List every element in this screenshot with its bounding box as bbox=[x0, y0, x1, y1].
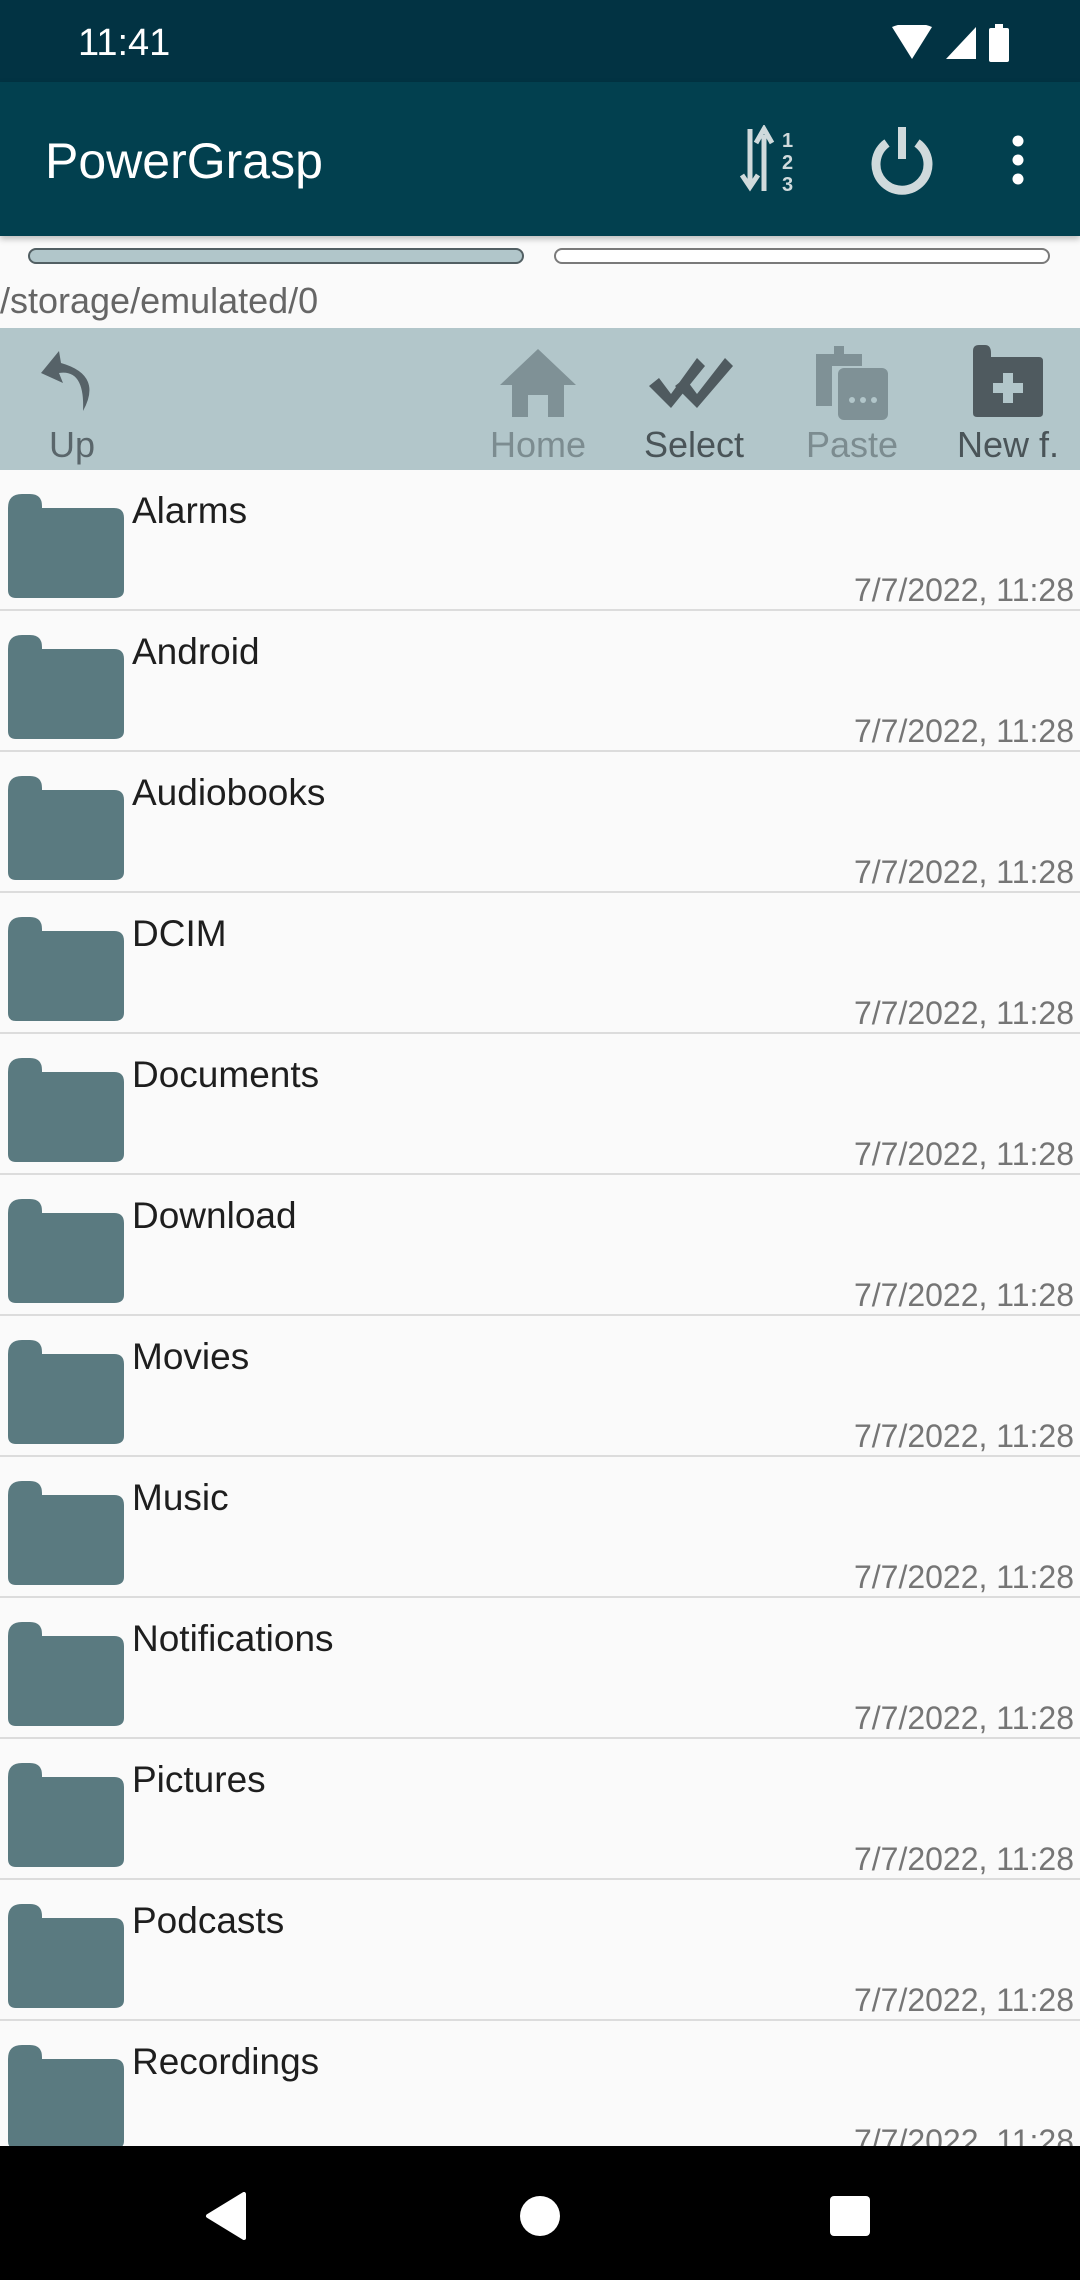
file-name: Download bbox=[132, 1195, 297, 1236]
file-name: Audiobooks bbox=[132, 772, 326, 813]
app-title: PowerGrasp bbox=[45, 133, 323, 189]
select-label: Select bbox=[643, 424, 745, 465]
sort-button[interactable]: 1 2 3 bbox=[733, 120, 813, 200]
back-button[interactable] bbox=[196, 2186, 256, 2246]
power-button[interactable] bbox=[862, 120, 942, 200]
power-icon bbox=[871, 127, 933, 195]
folder-icon bbox=[8, 1340, 124, 1444]
home-icon bbox=[500, 349, 576, 417]
paste-label: Paste bbox=[805, 424, 899, 465]
file-row[interactable]: Alarms 7/7/2022, 11:28 bbox=[0, 470, 1080, 611]
recents-button[interactable] bbox=[820, 2186, 880, 2246]
file-date: 7/7/2022, 11:28 bbox=[853, 713, 1074, 749]
svg-text:3: 3 bbox=[782, 174, 793, 195]
folder-icon bbox=[8, 1481, 124, 1585]
svg-text:2: 2 bbox=[782, 152, 793, 174]
file-row[interactable]: Documents 7/7/2022, 11:28 bbox=[0, 1034, 1080, 1175]
file-name: DCIM bbox=[132, 913, 227, 954]
folder-icon bbox=[8, 494, 124, 598]
file-toolbar: Up Home Select Paste New f. bbox=[0, 328, 1080, 470]
file-date: 7/7/2022, 11:28 bbox=[853, 1559, 1074, 1595]
file-date: 7/7/2022, 11:28 bbox=[853, 1841, 1074, 1877]
file-name: Pictures bbox=[132, 1759, 266, 1800]
up-label: Up bbox=[48, 424, 96, 465]
file-row[interactable]: Pictures 7/7/2022, 11:28 bbox=[0, 1739, 1080, 1880]
status-time: 11:41 bbox=[78, 22, 171, 64]
home-label: Home bbox=[489, 424, 587, 465]
double-check-icon bbox=[649, 358, 733, 408]
file-list[interactable]: Alarms 7/7/2022, 11:28 Android 7/7/2022, 11… bbox=[0, 470, 1080, 2146]
file-name: Notifications bbox=[132, 1618, 334, 1659]
home-nav-button[interactable] bbox=[510, 2186, 570, 2246]
file-name: Music bbox=[132, 1477, 229, 1518]
status-bar: 11:41 bbox=[0, 0, 1080, 82]
new-folder-icon bbox=[973, 345, 1043, 417]
wifi-icon bbox=[892, 25, 932, 59]
file-date: 7/7/2022, 11:28 bbox=[853, 995, 1074, 1031]
folder-icon bbox=[8, 1199, 124, 1303]
overflow-menu-button[interactable] bbox=[978, 120, 1058, 200]
file-date: 7/7/2022, 11:28 bbox=[853, 854, 1074, 890]
file-date: 7/7/2022, 11:28 bbox=[853, 1136, 1074, 1172]
folder-icon bbox=[8, 776, 124, 880]
file-name: Recordings bbox=[132, 2041, 320, 2082]
folder-icon bbox=[8, 2045, 124, 2146]
file-row[interactable]: Android 7/7/2022, 11:28 bbox=[0, 611, 1080, 752]
file-row[interactable]: Movies 7/7/2022, 11:28 bbox=[0, 1316, 1080, 1457]
file-row[interactable]: Notifications 7/7/2022, 11:28 bbox=[0, 1598, 1080, 1739]
tab-strip bbox=[0, 236, 1080, 272]
current-path: /storage/emulated/0 bbox=[0, 280, 319, 321]
folder-icon bbox=[8, 1904, 124, 2008]
file-date: 7/7/2022, 11:28 bbox=[853, 1700, 1074, 1736]
file-row[interactable]: Podcasts 7/7/2022, 11:28 bbox=[0, 1880, 1080, 2021]
sort-numeric-icon: 1 2 3 bbox=[739, 125, 793, 195]
more-vert-icon bbox=[1012, 135, 1024, 185]
tab-1[interactable] bbox=[28, 248, 524, 264]
new-folder-label: New f. bbox=[956, 424, 1060, 465]
svg-text:1: 1 bbox=[782, 130, 793, 152]
select-button[interactable]: Select bbox=[634, 328, 754, 470]
file-row[interactable]: DCIM 7/7/2022, 11:28 bbox=[0, 893, 1080, 1034]
recents-square-icon bbox=[830, 2196, 870, 2236]
signal-icon bbox=[946, 27, 976, 59]
file-row[interactable]: Recordings 7/7/2022, 11:28 bbox=[0, 2021, 1080, 2146]
folder-icon bbox=[8, 1058, 124, 1162]
paste-button[interactable]: Paste bbox=[792, 328, 912, 470]
up-button[interactable]: Up bbox=[22, 328, 122, 470]
paste-icon bbox=[816, 346, 888, 420]
folder-icon bbox=[8, 1622, 124, 1726]
back-triangle-icon bbox=[206, 2192, 246, 2240]
file-name: Movies bbox=[132, 1336, 250, 1377]
file-row[interactable]: Audiobooks 7/7/2022, 11:28 bbox=[0, 752, 1080, 893]
tab-2[interactable] bbox=[554, 248, 1050, 264]
folder-icon bbox=[8, 1763, 124, 1867]
file-date: 7/7/2022, 11:28 bbox=[853, 1418, 1074, 1454]
file-row[interactable]: Download 7/7/2022, 11:28 bbox=[0, 1175, 1080, 1316]
file-name: Alarms bbox=[132, 490, 248, 531]
home-circle-icon bbox=[520, 2196, 560, 2236]
undo-arrow-icon bbox=[41, 351, 90, 411]
app-bar: PowerGrasp 1 2 3 bbox=[0, 82, 1080, 236]
home-button[interactable]: Home bbox=[478, 328, 598, 470]
file-date: 7/7/2022, 11:28 bbox=[853, 2123, 1074, 2146]
file-date: 7/7/2022, 11:28 bbox=[853, 1277, 1074, 1313]
file-name: Android bbox=[132, 631, 260, 672]
file-row[interactable]: Music 7/7/2022, 11:28 bbox=[0, 1457, 1080, 1598]
file-name: Documents bbox=[132, 1054, 320, 1095]
navigation-bar bbox=[0, 2146, 1080, 2280]
new-folder-button[interactable]: New f. bbox=[948, 328, 1068, 470]
battery-icon bbox=[989, 24, 1009, 62]
folder-icon bbox=[8, 917, 124, 1021]
folder-icon bbox=[8, 635, 124, 739]
file-name: Podcasts bbox=[132, 1900, 285, 1941]
file-date: 7/7/2022, 11:28 bbox=[853, 572, 1074, 608]
file-date: 7/7/2022, 11:28 bbox=[853, 1982, 1074, 2018]
